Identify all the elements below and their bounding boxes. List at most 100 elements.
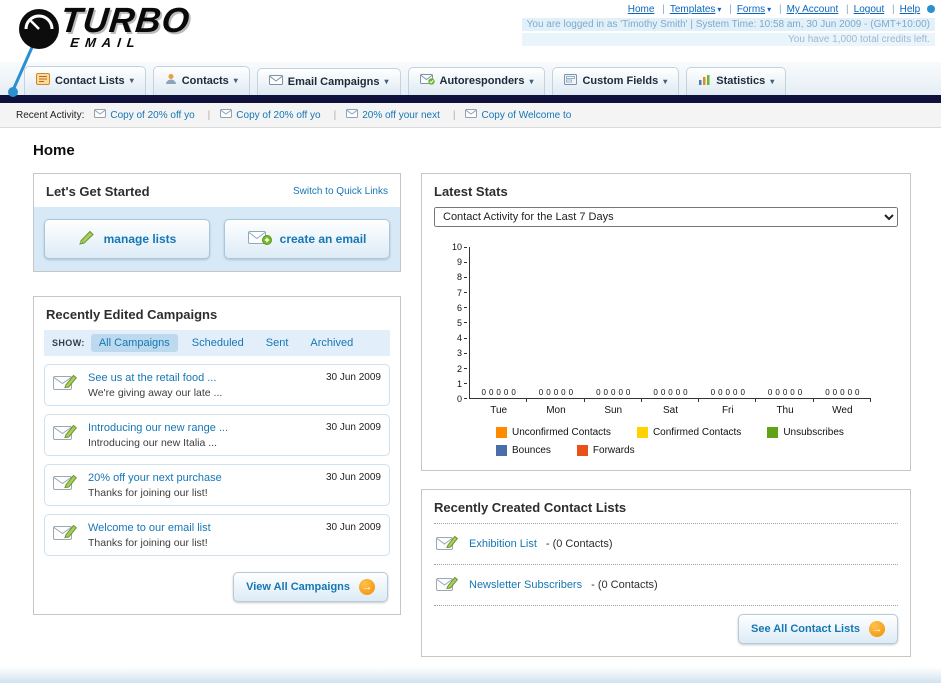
contact-activity-chart: 10 9 8 7 6 5 4 3 2 1 0 0 0 0 0 0 Tue 0 0 0 0 0 Mon 0 0 0 0 0 Sun 0 0 0…	[422, 241, 910, 470]
tab-scheduled[interactable]: Scheduled	[184, 334, 252, 352]
recent-activity-label: Recent Activity:	[16, 109, 85, 121]
nav-tab-label: Custom Fields	[582, 75, 659, 87]
edit-list-icon	[436, 574, 460, 596]
stats-period-select[interactable]: Contact Activity for the Last 7 Days	[434, 207, 898, 227]
campaign-item: Introducing our new range ... Introducin…	[44, 414, 390, 456]
campaign-date: 30 Jun 2009	[325, 422, 381, 433]
recent-contact-lists-panel: Recently Created Contact Lists Exhibitio…	[421, 489, 911, 657]
chart-legend: Unconfirmed Contacts Confirmed Contacts Un…	[452, 421, 872, 470]
edit-campaign-icon	[53, 522, 79, 547]
chart-category: 0 0 0 0 0 Thu	[756, 247, 814, 416]
view-all-campaigns-label: View All Campaigns	[246, 581, 350, 593]
chevron-down-icon: ▾	[233, 76, 238, 85]
legend-item: Unsubscribes	[767, 427, 844, 438]
nav-tab-label: Email Campaigns	[287, 75, 380, 88]
email-campaigns-icon	[268, 75, 283, 88]
page-title: Home	[33, 142, 75, 159]
main-content: Home Let's Get Started Switch to Quick L…	[0, 128, 941, 657]
campaign-item: Welcome to our email list Thanks for joi…	[44, 514, 390, 556]
campaign-title-link[interactable]: Welcome to our email list	[88, 522, 317, 534]
recent-activity-link[interactable]: Copy of 20% off yo	[236, 110, 320, 121]
right-column: Latest Stats Contact Activity for the La…	[421, 173, 911, 657]
chevron-down-icon: ▾	[663, 76, 668, 86]
nav-divider-bar	[0, 95, 941, 103]
edit-list-icon	[436, 533, 460, 555]
nav-tab-email-campaigns[interactable]: Email Campaigns ▾	[256, 68, 401, 95]
envelope-icon	[465, 109, 478, 121]
see-all-contact-lists-button[interactable]: See All Contact Lists →	[737, 614, 898, 644]
arrow-right-icon: →	[359, 579, 375, 595]
nav-tab-label: Statistics	[716, 75, 766, 87]
recent-activity-link[interactable]: Copy of 20% off yo	[110, 110, 194, 121]
chevron-down-icon: ▾	[384, 77, 389, 86]
campaign-title-link[interactable]: See us at the retail food ...	[88, 372, 317, 384]
campaign-date: 30 Jun 2009	[325, 472, 381, 483]
contact-list-link[interactable]: Exhibition List	[469, 538, 537, 550]
nav-tab-contacts[interactable]: Contacts ▾	[152, 66, 250, 95]
nav-tab-label: Contact Lists	[55, 74, 125, 87]
top-links-nav: Home Templates▾ Forms▾ My Account Logout…	[522, 4, 935, 15]
nav-link-my-account[interactable]: My Account	[787, 4, 839, 15]
latest-stats-title: Latest Stats	[434, 184, 508, 199]
campaign-date: 30 Jun 2009	[325, 372, 381, 383]
statistics-icon	[698, 74, 711, 88]
nav-tab-statistics[interactable]: Statistics ▾	[686, 67, 787, 95]
recent-campaigns-title: Recently Edited Campaigns	[46, 307, 218, 322]
campaign-title-link[interactable]: 20% off your next purchase	[88, 472, 317, 484]
envelope-icon	[346, 109, 359, 121]
nav-tab-custom-fields[interactable]: Custom Fields ▾	[552, 67, 680, 95]
campaign-date: 30 Jun 2009	[325, 522, 381, 533]
tab-sent[interactable]: Sent	[258, 334, 297, 352]
get-started-body: manage lists create an email	[34, 207, 400, 271]
recent-activity-link[interactable]: Copy of Welcome to	[481, 110, 571, 121]
campaign-subtitle: Thanks for joining our list!	[88, 487, 208, 499]
nav-link-logout[interactable]: Logout	[854, 4, 885, 15]
chart-category: 0 0 0 0 0 Sat	[642, 247, 700, 416]
legend-item: Forwards	[576, 445, 635, 456]
nav-tab-label: Autoresponders	[439, 75, 525, 87]
chart-y-axis: 10 9 8 7 6 5 4 3 2 1 0	[452, 242, 463, 404]
pencil-icon	[78, 230, 96, 249]
chart-category: 0 0 0 0 0 Mon	[527, 247, 585, 416]
show-label: SHOW:	[52, 338, 85, 348]
contact-list-link[interactable]: Newsletter Subscribers	[469, 579, 582, 591]
nav-link-home[interactable]: Home	[628, 4, 655, 15]
chart-category: 0 0 0 0 0 Wed	[814, 247, 872, 416]
chart-category: 0 0 0 0 0 Sun	[585, 247, 643, 416]
manage-lists-button[interactable]: manage lists	[44, 219, 210, 259]
tab-all-campaigns[interactable]: All Campaigns	[90, 334, 178, 352]
get-started-title: Let's Get Started	[46, 184, 150, 199]
create-email-button[interactable]: create an email	[224, 219, 390, 259]
create-email-label: create an email	[279, 232, 367, 246]
tab-archived[interactable]: Archived	[302, 334, 361, 352]
nav-link-forms[interactable]: Forms	[737, 4, 765, 15]
campaign-item: See us at the retail food ... We're givi…	[44, 364, 390, 406]
campaign-filter-bar: SHOW: All Campaigns Scheduled Sent Archi…	[44, 330, 390, 356]
chevron-down-icon: ▾	[717, 5, 722, 14]
contact-list-item: Newsletter Subscribers - (0 Contacts)	[434, 565, 898, 606]
nav-tab-autoresponders[interactable]: Autoresponders ▾	[407, 67, 546, 95]
recent-activity-item: Copy of Welcome to	[465, 109, 571, 121]
view-all-campaigns-button[interactable]: View All Campaigns →	[233, 572, 388, 602]
campaign-subtitle: Thanks for joining our list!	[88, 537, 208, 549]
legend-item: Bounces	[496, 445, 551, 456]
nav-link-help[interactable]: Help	[900, 4, 921, 15]
contact-list-detail: - (0 Contacts)	[545, 538, 613, 550]
switch-quick-links-link[interactable]: Switch to Quick Links	[293, 186, 388, 197]
recent-activity-link[interactable]: 20% off your next	[362, 110, 440, 121]
chart-plot: 0 0 0 0 0 Tue 0 0 0 0 0 Mon 0 0 0 0 0 Sun 0 0 0 0 0 Sat 0 0 0 0 0 Fri…	[469, 247, 872, 416]
envelope-icon	[94, 109, 107, 121]
chart-category: 0 0 0 0 0 Tue	[470, 247, 528, 416]
left-column: Let's Get Started Switch to Quick Links …	[33, 173, 401, 615]
contacts-icon	[165, 73, 177, 88]
nav-link-templates[interactable]: Templates	[670, 4, 716, 15]
custom-fields-icon	[564, 74, 578, 88]
login-info: You are logged in as 'Timothy Smith' | S…	[521, 18, 935, 31]
app-logo: TURBO EMAIL	[6, 1, 193, 97]
recent-activity-bar: Recent Activity: Copy of 20% off yo Copy…	[0, 103, 941, 128]
get-started-panel: Let's Get Started Switch to Quick Links …	[33, 173, 401, 272]
contact-list-detail: - (0 Contacts)	[591, 579, 658, 591]
logo-text: TURBO EMAIL	[58, 1, 193, 50]
contact-list-item: Exhibition List - (0 Contacts)	[434, 524, 898, 565]
campaign-title-link[interactable]: Introducing our new range ...	[88, 422, 317, 434]
